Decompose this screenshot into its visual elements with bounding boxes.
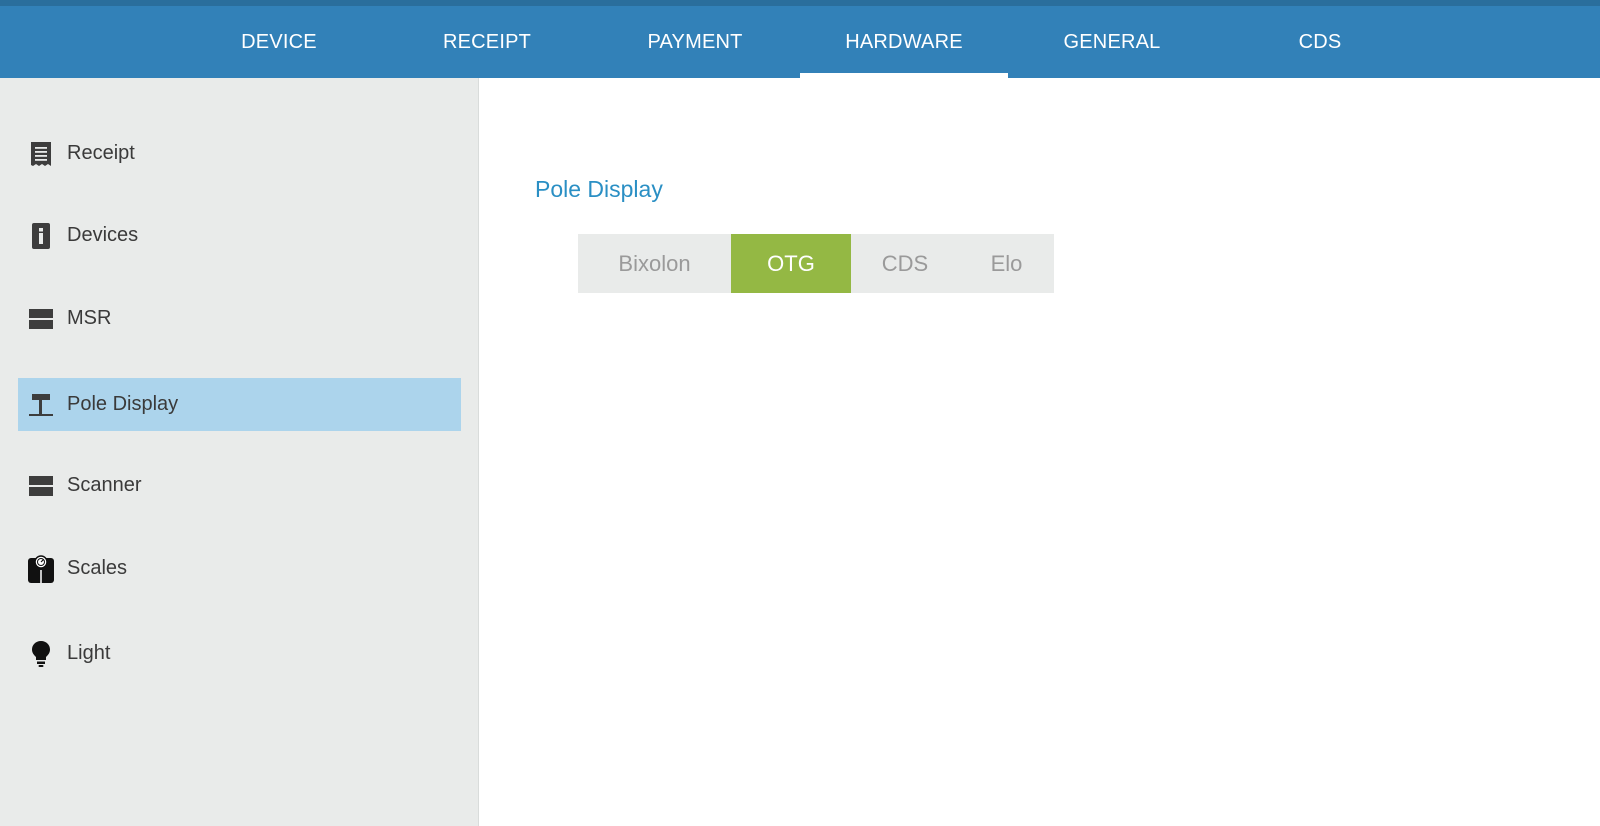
tab-receipt[interactable]: RECEIPT	[388, 6, 586, 78]
tab-device[interactable]: DEVICE	[180, 6, 378, 78]
tab-payment[interactable]: PAYMENT	[596, 6, 794, 78]
tab-general[interactable]: GENERAL	[1012, 6, 1212, 78]
device-info-icon	[27, 222, 55, 250]
sidebar-item-pole-display[interactable]: Pole Display	[18, 378, 461, 431]
sidebar-item-label: Light	[67, 642, 111, 664]
sidebar-item-label: MSR	[67, 307, 112, 329]
option-bixolon[interactable]: Bixolon	[578, 234, 731, 293]
sidebar-item-label: Pole Display	[67, 393, 179, 415]
sidebar-item-label: Scales	[67, 557, 128, 579]
top-tab-bar: DEVICE RECEIPT PAYMENT HARDWARE GENERAL …	[0, 0, 1600, 78]
receipt-icon	[27, 140, 55, 168]
option-otg[interactable]: OTG	[731, 234, 851, 293]
sidebar: Receipt Devices MSR Pole Display Scanner…	[0, 78, 479, 826]
sidebar-item-label: Devices	[67, 224, 139, 246]
pole-display-icon	[27, 391, 55, 419]
scale-icon	[27, 554, 55, 583]
sidebar-item-devices[interactable]: Devices	[18, 209, 461, 262]
card-reader-icon	[27, 305, 55, 333]
sidebar-item-label: Receipt	[67, 142, 135, 164]
sidebar-item-receipt[interactable]: Receipt	[18, 127, 461, 180]
pole-display-type-selector: Bixolon OTG CDS Elo	[578, 234, 1054, 293]
sidebar-item-scales[interactable]: Scales	[18, 542, 461, 595]
option-elo[interactable]: Elo	[959, 234, 1054, 293]
main-content: Pole Display Bixolon OTG CDS Elo	[480, 78, 1600, 826]
sidebar-item-light[interactable]: Light	[18, 627, 461, 680]
section-title: Pole Display	[535, 176, 663, 202]
scanner-icon	[27, 472, 55, 500]
sidebar-item-label: Scanner	[67, 474, 142, 496]
lightbulb-icon	[27, 640, 55, 668]
option-cds[interactable]: CDS	[851, 234, 959, 293]
tab-hardware[interactable]: HARDWARE	[800, 6, 1008, 78]
sidebar-item-msr[interactable]: MSR	[18, 292, 461, 345]
tab-cds[interactable]: CDS	[1220, 6, 1420, 78]
sidebar-item-scanner[interactable]: Scanner	[18, 459, 461, 512]
